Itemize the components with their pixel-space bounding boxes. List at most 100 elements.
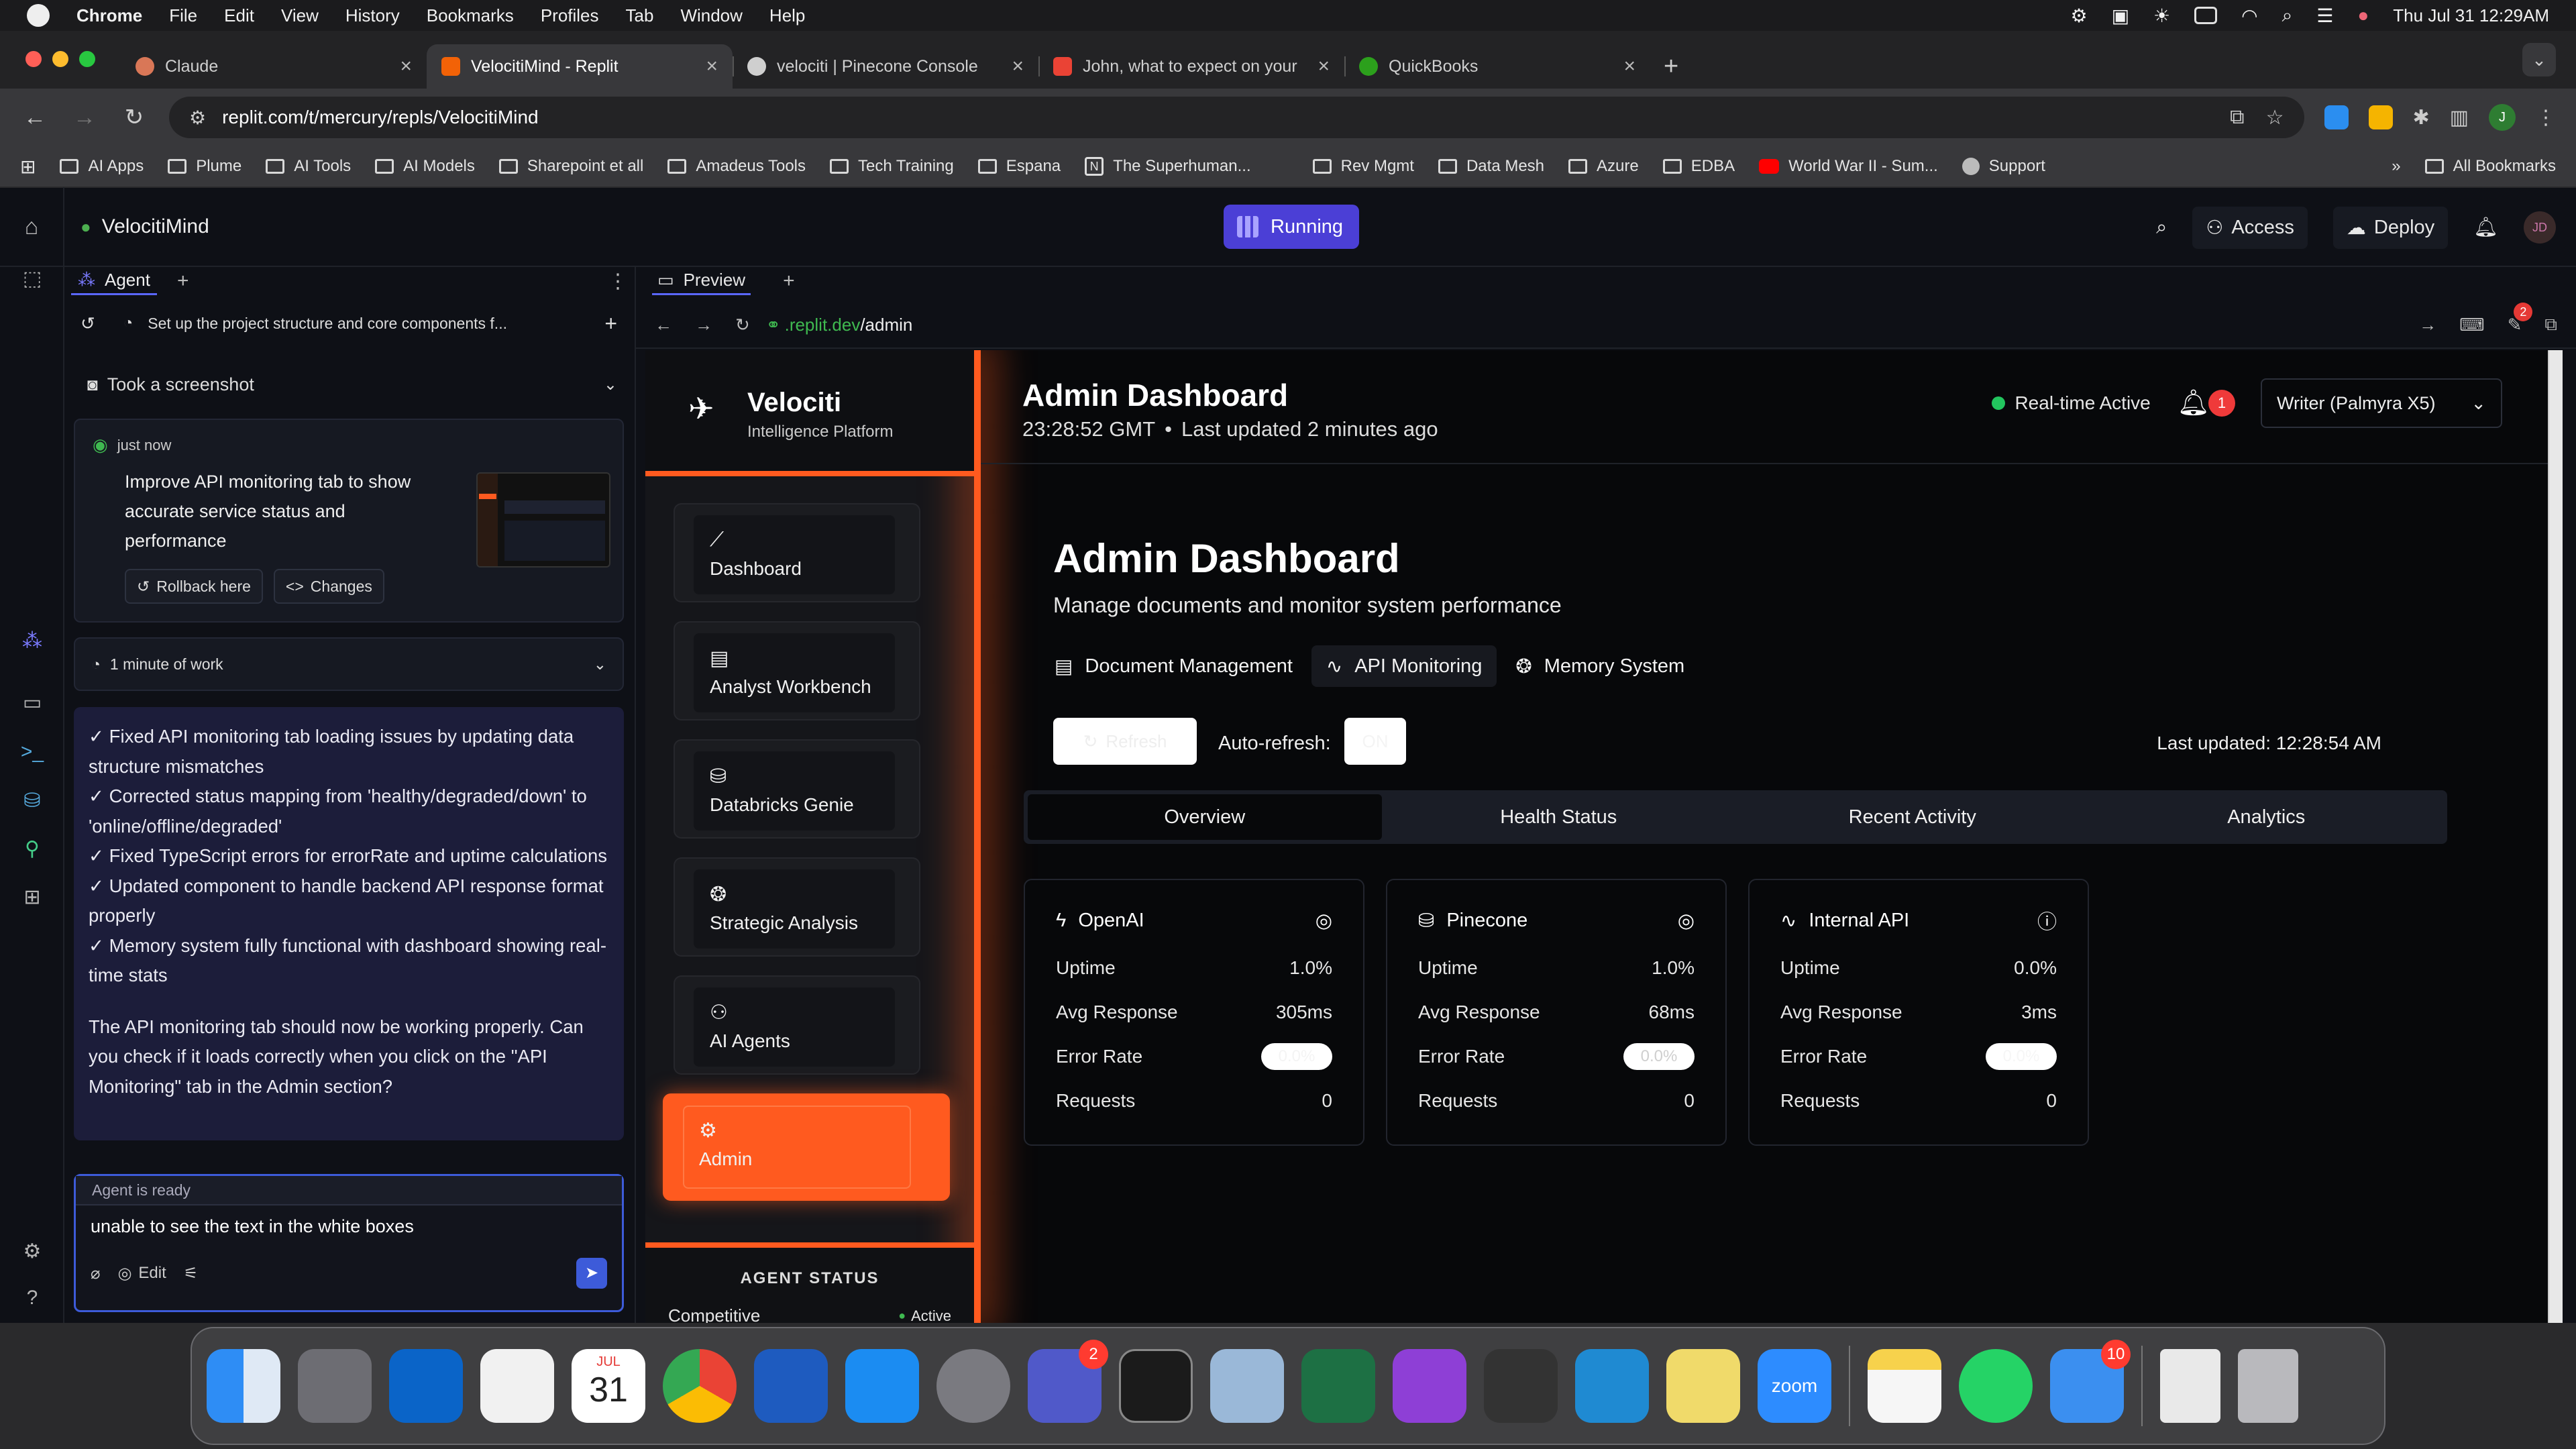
shell-icon[interactable]: >_: [19, 741, 46, 767]
work-summary-row[interactable]: ◔ 1 minute of work ⌄: [74, 637, 624, 691]
close-tab-icon[interactable]: ×: [1318, 55, 1330, 78]
preview-url[interactable]: ⚭ .replit.dev /admin: [766, 315, 913, 335]
sidebar-icon[interactable]: ▥: [2450, 106, 2469, 129]
bookmark-folder[interactable]: Rev Mgmt: [1312, 157, 1414, 176]
extensions-puzzle-icon[interactable]: ✱: [2413, 106, 2430, 129]
menu-bookmarks[interactable]: Bookmarks: [427, 5, 514, 26]
dock-calculator[interactable]: [1484, 1349, 1558, 1423]
zoom-window-button[interactable]: [79, 51, 95, 67]
task-title[interactable]: Set up the project structure and core co…: [148, 315, 507, 333]
dock-trash[interactable]: [2238, 1349, 2298, 1423]
bookmark-folder[interactable]: AI Apps: [60, 157, 144, 176]
bookmark-link[interactable]: World War II - Sum...: [1759, 157, 1938, 176]
extension-icon[interactable]: [2368, 105, 2393, 129]
control-center-icon[interactable]: ☰: [2316, 5, 2333, 27]
dock-mail[interactable]: 10: [2050, 1340, 2131, 1423]
dock-vscode[interactable]: [1575, 1349, 1649, 1423]
open-new-window-icon[interactable]: ⧉: [2544, 314, 2557, 335]
bookmark-folder[interactable]: Amadeus Tools: [667, 157, 806, 176]
nav-strategic-analysis[interactable]: ❂ Strategic Analysis: [674, 857, 920, 957]
bookmark-folder[interactable]: Azure: [1568, 157, 1639, 176]
dock-textedit[interactable]: [480, 1349, 554, 1423]
browser-tab-gmail[interactable]: John, what to expect on your ×: [1038, 44, 1344, 89]
panel-menu-icon[interactable]: ⋮: [608, 270, 628, 293]
close-window-button[interactable]: [25, 51, 42, 67]
devtools-icon[interactable]: ⌨: [2459, 315, 2485, 335]
inspect-icon[interactable]: ✎ 2: [2508, 302, 2533, 335]
forward-icon[interactable]: →: [70, 105, 99, 131]
access-button[interactable]: ⚇ Access: [2192, 206, 2308, 249]
dock-outlook[interactable]: [389, 1349, 463, 1423]
bookmark-folder[interactable]: Tech Training: [830, 157, 954, 176]
bell-button[interactable]: 🔔︎ 1: [2178, 388, 2235, 418]
bookmark-folder[interactable]: Plume: [168, 157, 241, 176]
all-bookmarks-folder[interactable]: All Bookmarks: [2424, 157, 2556, 176]
browser-tab-pinecone[interactable]: velociti | Pinecone Console ×: [733, 44, 1038, 89]
menu-help[interactable]: Help: [769, 5, 805, 26]
bookmark-folder[interactable]: Espana: [977, 157, 1061, 176]
wifi-icon[interactable]: ◠: [2241, 5, 2257, 27]
status-icon[interactable]: ⚙: [2070, 5, 2087, 27]
close-tab-icon[interactable]: ×: [1012, 55, 1024, 78]
dock-launchpad[interactable]: [298, 1349, 372, 1423]
reload-icon[interactable]: ↻: [119, 104, 149, 131]
subtab-health-status[interactable]: Health Status: [1382, 794, 1736, 840]
apple-menu-icon[interactable]: [27, 4, 50, 27]
project-name-button[interactable]: ● VelocitiMind: [80, 215, 209, 238]
settings-sliders-icon[interactable]: ⚟: [184, 1264, 199, 1283]
settings-icon[interactable]: ⚙: [19, 1240, 46, 1267]
bookmark-folder[interactable]: Sharepoint et all: [498, 157, 643, 176]
tab-preview[interactable]: ▭ Preview: [652, 267, 751, 295]
bookmark-folder[interactable]: AI Models: [375, 157, 475, 176]
dock-preview[interactable]: [1210, 1349, 1284, 1423]
spotlight-icon[interactable]: ⌕: [2282, 5, 2293, 27]
menu-window[interactable]: Window: [680, 5, 742, 26]
new-panel-tab-icon[interactable]: +: [177, 270, 189, 292]
menu-view[interactable]: View: [281, 5, 319, 26]
run-status-button[interactable]: Running: [1224, 205, 1360, 249]
nav-admin[interactable]: ⚙ Admin: [663, 1093, 950, 1201]
bookmarks-overflow-icon[interactable]: »: [2392, 157, 2400, 176]
close-tab-icon[interactable]: ×: [706, 55, 718, 78]
dock-terminal[interactable]: [1119, 1349, 1193, 1423]
dock-system-settings[interactable]: [936, 1349, 1010, 1423]
attach-icon[interactable]: ⌀: [91, 1264, 100, 1283]
history-icon[interactable]: ↺: [80, 313, 95, 334]
bookmark-link[interactable]: Support: [1962, 157, 2045, 176]
menu-profiles[interactable]: Profiles: [541, 5, 599, 26]
checkpoint-thumbnail[interactable]: [476, 472, 610, 568]
home-icon[interactable]: ⌂: [0, 187, 64, 266]
reload-icon[interactable]: ↻: [735, 315, 750, 335]
user-avatar[interactable]: JD: [2524, 211, 2556, 244]
search-icon[interactable]: ⌕: [2156, 217, 2167, 239]
new-task-icon[interactable]: +: [604, 311, 617, 336]
files-icon[interactable]: ⬚: [19, 267, 46, 294]
all-tools-icon[interactable]: ⊞: [19, 885, 46, 912]
chevron-down-icon[interactable]: ⌄: [594, 655, 606, 674]
new-panel-tab-icon[interactable]: +: [783, 270, 795, 292]
screenshot-step[interactable]: ◙ Took a screenshot ⌄: [87, 368, 617, 401]
dock-excel[interactable]: [1301, 1349, 1375, 1423]
menu-app-name[interactable]: Chrome: [76, 5, 142, 26]
battery-icon[interactable]: [2194, 7, 2218, 24]
nav-analyst-workbench[interactable]: ▤ Analyst Workbench: [674, 621, 920, 720]
dock-chrome[interactable]: [663, 1349, 737, 1423]
new-tab-button[interactable]: +: [1664, 44, 1678, 89]
nav-ai-agents[interactable]: ⚇ AI Agents: [674, 975, 920, 1075]
rollback-button[interactable]: ↺ Rollback here: [125, 569, 263, 604]
browser-tab-claude[interactable]: Claude ×: [121, 44, 427, 89]
address-bar[interactable]: ⚙ replit.com/t/mercury/repls/VelocitiMin…: [169, 97, 2304, 138]
close-tab-icon[interactable]: ×: [400, 55, 412, 78]
subtab-overview[interactable]: Overview: [1028, 794, 1382, 840]
browser-tab-replit[interactable]: VelocitiMind - Replit ×: [427, 44, 733, 89]
dock-docx-file[interactable]: [2160, 1349, 2220, 1423]
subtab-recent-activity[interactable]: Recent Activity: [1735, 794, 2090, 840]
close-tab-icon[interactable]: ×: [1623, 55, 1635, 78]
dock-notes[interactable]: [1868, 1349, 1941, 1423]
minimize-window-button[interactable]: [52, 51, 68, 67]
menu-clock[interactable]: Thu Jul 31 12:29AM: [2393, 5, 2549, 26]
edit-mode-button[interactable]: ◎ Edit: [117, 1264, 166, 1283]
dock-app-store[interactable]: [845, 1349, 919, 1423]
tab-document-management[interactable]: ▤ Document Management: [1040, 645, 1307, 687]
brightness-icon[interactable]: ☀: [2153, 5, 2170, 27]
